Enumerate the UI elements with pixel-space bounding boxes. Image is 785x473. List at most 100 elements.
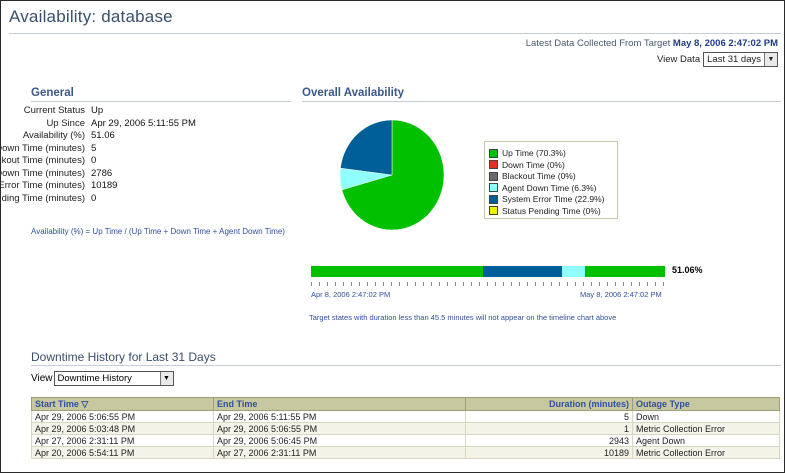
overall-divider xyxy=(302,101,781,102)
general-row-value: 2786 xyxy=(91,167,113,179)
general-row: Down Time (minutes) 5 xyxy=(1,143,291,155)
latest-data-collected: Latest Data Collected From Target May 8,… xyxy=(526,38,778,49)
latest-data-value: May 8, 2006 2:47:02 PM xyxy=(672,38,778,49)
general-row-label: System Error Time (minutes) xyxy=(0,180,85,191)
legend-label: Blackout Time (0%) xyxy=(502,171,576,181)
start-time-cell: Apr 20, 2006 5:54:11 PM xyxy=(31,446,214,459)
availability-pie-chart xyxy=(339,119,445,231)
history-view-control: View Downtime History ▼ xyxy=(31,371,174,386)
column-header-outage-type[interactable]: Outage Type xyxy=(632,397,780,411)
timeline-note: Target states with duration less than 45… xyxy=(309,313,617,322)
start-time-cell: Apr 29, 2006 5:03:48 PM xyxy=(31,422,214,435)
page-title: Availability: database xyxy=(9,7,173,26)
legend-swatch xyxy=(489,194,498,204)
pie-legend: Up Time (70.3%) Down Time (0%) Blackout Ti… xyxy=(484,141,618,219)
general-row-value: Up xyxy=(91,105,104,116)
title-divider xyxy=(9,33,781,34)
table-row: Apr 20, 2006 5:54:11 PM Apr 27, 2006 2:3… xyxy=(31,446,780,459)
general-heading: General xyxy=(31,87,74,99)
latest-data-label: Latest Data Collected From Target xyxy=(525,38,671,49)
general-row: Status Pending Time (minutes) 0 xyxy=(1,193,291,205)
table-row: Apr 29, 2006 5:06:55 PM Apr 29, 2006 5:1… xyxy=(31,410,780,423)
general-row-value: Apr 29, 2006 5:11:55 PM xyxy=(91,117,196,129)
availability-page: Availability: database Latest Data Colle… xyxy=(0,0,785,473)
history-view-selected: Downtime History xyxy=(57,373,132,384)
availability-timeline-bar xyxy=(311,266,665,277)
start-time-cell: Apr 27, 2006 2:31:11 PM xyxy=(31,434,214,447)
outage-type-cell: Metric Collection Error xyxy=(632,422,780,435)
overall-availability-heading: Overall Availability xyxy=(302,87,405,99)
chevron-down-icon[interactable]: ▼ xyxy=(764,53,777,66)
timeline-start-label: Apr 8, 2006 2:47:02 PM xyxy=(311,290,391,299)
general-row: Agent Down Time (minutes) 2786 xyxy=(1,168,291,180)
end-time-cell: Apr 29, 2006 5:11:55 PM xyxy=(213,410,466,423)
general-row-value: 10189 xyxy=(91,180,118,191)
duration-cell: 2943 xyxy=(465,434,633,447)
legend-item: Status Pending Time (0%) xyxy=(489,206,601,216)
column-header-start-time[interactable]: Start Time ▽ xyxy=(31,397,214,411)
outage-type-cell: Agent Down xyxy=(632,434,780,447)
general-row-value: 5 xyxy=(91,142,97,154)
legend-label: System Error Time (22.9%) xyxy=(502,194,605,204)
duration-cell: 5 xyxy=(465,410,633,423)
legend-label: Up Time (70.3%) xyxy=(502,148,566,158)
column-header-end-time[interactable]: End Time xyxy=(213,397,466,411)
general-row: Current Status Up xyxy=(1,105,291,117)
history-view-select[interactable]: Downtime History ▼ xyxy=(53,371,174,386)
table-row: Apr 27, 2006 2:31:11 PM Apr 29, 2006 5:0… xyxy=(31,434,780,447)
legend-label: Status Pending Time (0%) xyxy=(502,205,601,216)
general-row-value: 51.06 xyxy=(91,130,115,141)
legend-item: System Error Time (22.9%) xyxy=(489,194,605,204)
timeline-segment xyxy=(482,266,563,277)
timeline-segment xyxy=(585,266,665,277)
general-row-label: Status Pending Time (minutes) xyxy=(1,192,85,204)
general-row-value: 0 xyxy=(91,155,97,166)
general-row: Availability (%) 51.06 xyxy=(1,130,291,142)
general-row-label: Availability (%) xyxy=(22,130,85,141)
general-row-value: 0 xyxy=(91,192,97,204)
legend-swatch xyxy=(489,171,498,181)
timeline-end-label: May 8, 2006 2:47:02 PM xyxy=(580,290,662,299)
duration-cell: 1 xyxy=(465,422,633,435)
general-row: Up Since Apr 29, 2006 5:11:55 PM xyxy=(1,118,291,130)
legend-item: Blackout Time (0%) xyxy=(489,171,576,181)
legend-swatch xyxy=(489,148,498,158)
general-row-label: Down Time (minutes) xyxy=(0,142,85,154)
legend-swatch xyxy=(489,183,498,192)
history-view-label: View xyxy=(31,373,53,384)
legend-swatch xyxy=(489,160,498,169)
end-time-cell: Apr 29, 2006 5:06:45 PM xyxy=(213,434,466,447)
legend-swatch xyxy=(489,206,498,215)
table-row: Apr 29, 2006 5:03:48 PM Apr 29, 2006 5:0… xyxy=(31,422,780,435)
timeline-ticks xyxy=(311,282,665,286)
end-time-cell: Apr 27, 2006 2:31:11 PM xyxy=(213,446,466,459)
timeline-segment xyxy=(311,266,483,277)
start-time-cell: Apr 29, 2006 5:06:55 PM xyxy=(31,410,214,423)
outage-type-cell: Metric Collection Error xyxy=(632,446,780,459)
timeline-availability-pct: 51.06% xyxy=(672,265,703,275)
general-row-label: Blackout Time (minutes) xyxy=(1,155,85,166)
view-data-label: View Data xyxy=(656,54,701,65)
end-time-cell: Apr 29, 2006 5:06:55 PM xyxy=(213,422,466,435)
duration-cell: 10189 xyxy=(465,446,633,459)
legend-item: Up Time (70.3%) xyxy=(489,148,566,158)
view-data-select[interactable]: Last 31 days ▼ xyxy=(703,52,778,67)
column-header-duration[interactable]: Duration (minutes) xyxy=(465,397,633,411)
general-row-label: Up Since xyxy=(46,117,85,129)
legend-label: Down Time (0%) xyxy=(502,159,565,170)
availability-formula-link[interactable]: Availability (%) = Up Time / (Up Time + … xyxy=(31,227,285,236)
general-row-label: Agent Down Time (minutes) xyxy=(1,167,85,179)
legend-item: Down Time (0%) xyxy=(489,160,565,170)
chevron-down-icon[interactable]: ▼ xyxy=(159,372,173,385)
pie-slice xyxy=(340,119,393,176)
downtime-history-heading: Downtime History for Last 31 Days xyxy=(31,350,216,364)
general-row-label: Current Status xyxy=(23,105,85,116)
general-row: Blackout Time (minutes) 0 xyxy=(1,155,291,167)
view-data-control: View Data Last 31 days ▼ xyxy=(657,52,778,67)
view-data-selected: Last 31 days xyxy=(707,54,761,65)
general-row: System Error Time (minutes) 10189 xyxy=(1,180,291,192)
downtime-history-table: Start Time ▽ End Time Duration (minutes)… xyxy=(31,397,780,459)
timeline-segment xyxy=(562,266,586,277)
general-divider xyxy=(31,101,291,102)
legend-item: Agent Down Time (6.3%) xyxy=(489,183,596,193)
